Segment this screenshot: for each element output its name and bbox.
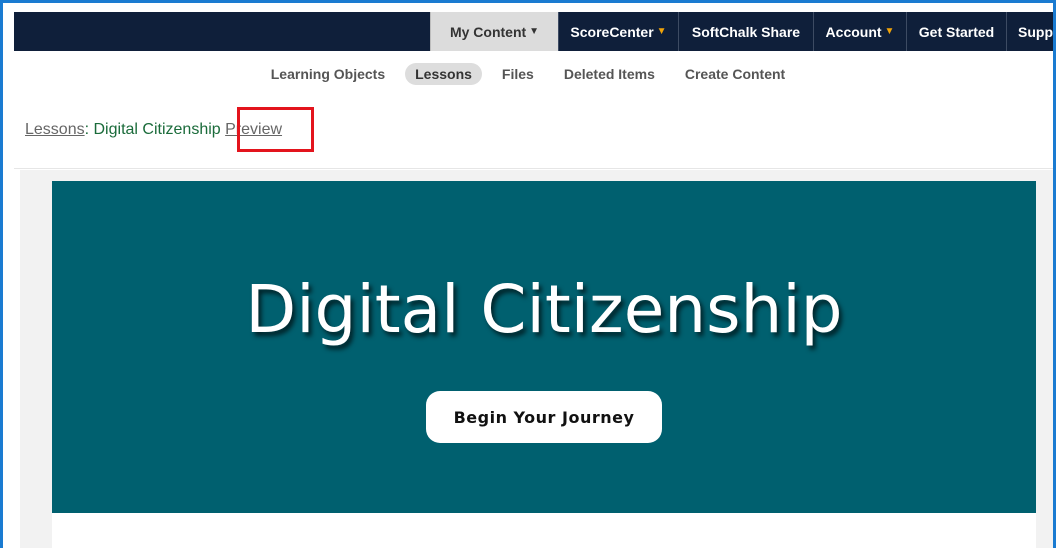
breadcrumb-separator: : xyxy=(84,121,90,138)
subnav-files[interactable]: Files xyxy=(492,63,544,85)
nav-account[interactable]: Account ▼ xyxy=(813,12,906,51)
subnav-create-content[interactable]: Create Content xyxy=(675,63,795,85)
lesson-hero-banner: Digital Citizenship Begin Your Journey xyxy=(52,181,1036,513)
nav-scorecenter-label: ScoreCenter xyxy=(570,23,654,40)
nav-account-label: Account xyxy=(825,23,882,40)
content-sub-navigation: Learning Objects Lessons Files Deleted I… xyxy=(0,62,1056,86)
nav-get-started-label: Get Started xyxy=(918,23,995,40)
nav-my-content-label: My Content xyxy=(449,23,527,40)
preview-highlight-box xyxy=(237,107,314,152)
nav-softchalk-share[interactable]: SoftChalk Share xyxy=(678,12,813,51)
top-navigation-bar: My Content ▼ ScoreCenter ▼ SoftChalk Sha… xyxy=(14,12,1056,51)
header-divider xyxy=(14,168,1056,169)
chevron-down-icon: ▼ xyxy=(656,26,667,37)
nav-support[interactable]: Suppor xyxy=(1006,12,1056,51)
breadcrumb-current-lesson: Digital Citizenship xyxy=(93,121,221,138)
lesson-title: Digital Citizenship xyxy=(245,271,843,348)
lesson-content-area xyxy=(52,513,1036,548)
subnav-learning-objects[interactable]: Learning Objects xyxy=(261,63,395,85)
nav-my-content[interactable]: My Content ▼ xyxy=(430,12,558,51)
breadcrumb-lessons-link[interactable]: Lessons xyxy=(25,121,85,138)
nav-softchalk-share-label: SoftChalk Share xyxy=(691,23,801,40)
nav-scorecenter[interactable]: ScoreCenter ▼ xyxy=(558,12,678,51)
nav-support-label: Suppor xyxy=(1018,23,1056,40)
subnav-lessons[interactable]: Lessons xyxy=(405,63,482,85)
begin-journey-button[interactable]: Begin Your Journey xyxy=(426,391,662,443)
nav-get-started[interactable]: Get Started xyxy=(906,12,1006,51)
chevron-down-icon: ▼ xyxy=(884,26,895,37)
chevron-down-icon: ▼ xyxy=(529,26,540,37)
top-nav-menu: My Content ▼ ScoreCenter ▼ SoftChalk Sha… xyxy=(430,12,1056,51)
subnav-deleted-items[interactable]: Deleted Items xyxy=(554,63,665,85)
